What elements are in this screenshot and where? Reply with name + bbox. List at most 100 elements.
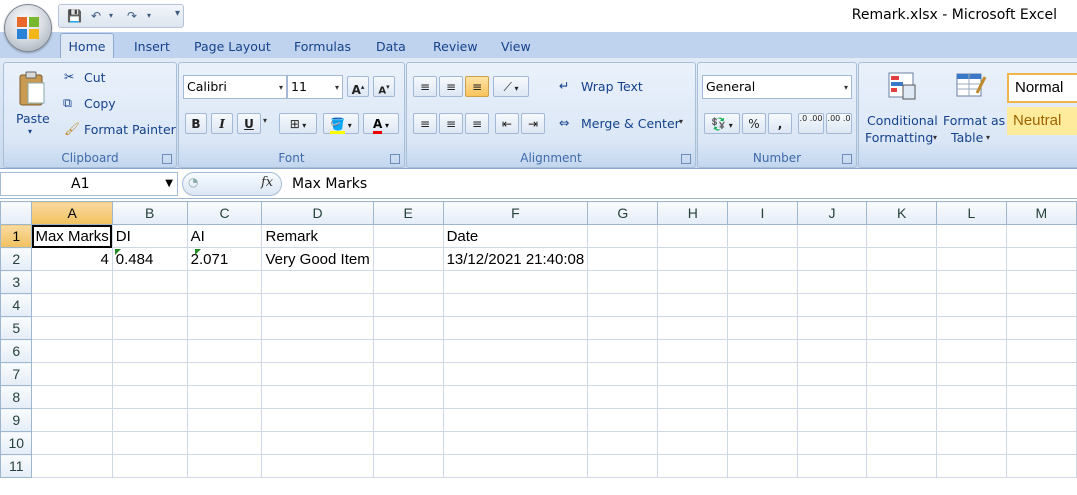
format-as-table-line1[interactable]: Format as [943, 113, 1005, 128]
tab-data[interactable]: Data [376, 38, 406, 58]
cell[interactable] [727, 385, 798, 409]
cell[interactable] [111, 316, 188, 340]
cell[interactable] [31, 385, 113, 409]
format-as-table-dropdown-icon[interactable]: ▾ [986, 133, 990, 142]
grow-font-button[interactable]: A▴ [347, 76, 369, 97]
cell[interactable] [936, 362, 1007, 386]
cell[interactable] [31, 270, 113, 294]
cell[interactable] [111, 454, 188, 478]
borders-button[interactable]: ⊞ ▾ [279, 113, 317, 134]
cell-M2[interactable] [1005, 247, 1077, 271]
cell[interactable] [186, 454, 263, 478]
cell-B1[interactable]: DI [111, 224, 188, 248]
cell[interactable] [866, 454, 938, 478]
cell[interactable] [727, 316, 798, 340]
cell[interactable] [796, 293, 868, 317]
cell[interactable] [1005, 385, 1077, 409]
cell[interactable] [936, 316, 1007, 340]
name-box-dropdown-icon[interactable]: ▼ [165, 173, 173, 195]
undo-icon[interactable]: ↶ [91, 8, 101, 24]
formula-resize-icon[interactable]: ◔ [188, 175, 198, 189]
cell[interactable] [186, 316, 263, 340]
cell[interactable] [31, 362, 113, 386]
cell[interactable] [111, 339, 188, 363]
cell-H2[interactable] [657, 247, 729, 271]
cell[interactable] [866, 316, 938, 340]
cell[interactable] [442, 385, 589, 409]
tab-page-layout[interactable]: Page Layout [194, 38, 271, 58]
cell[interactable] [1005, 454, 1077, 478]
cell[interactable] [657, 454, 729, 478]
row-header[interactable]: 4 [0, 293, 33, 317]
column-header[interactable]: L [936, 201, 1007, 225]
cell[interactable] [727, 293, 798, 317]
wrap-text-icon[interactable]: ↵ [559, 78, 569, 93]
cell[interactable] [657, 270, 729, 294]
underline-dropdown-icon[interactable]: ▾ [263, 116, 267, 125]
column-header[interactable]: K [866, 201, 938, 225]
column-header[interactable]: G [587, 201, 659, 225]
cell[interactable] [111, 431, 188, 455]
cell-L2[interactable] [936, 247, 1007, 271]
redo-icon[interactable]: ↷ [127, 8, 137, 24]
cell[interactable] [372, 408, 444, 432]
cell[interactable] [936, 385, 1007, 409]
cell[interactable] [936, 454, 1007, 478]
cell[interactable] [261, 408, 374, 432]
cell[interactable] [261, 316, 374, 340]
cut-icon[interactable]: ✂ [64, 69, 74, 84]
cell[interactable] [261, 454, 374, 478]
cell[interactable] [186, 431, 263, 455]
format-painter-icon[interactable]: 🖌 [64, 121, 80, 137]
cell[interactable] [1005, 339, 1077, 363]
cell[interactable] [111, 270, 188, 294]
font-launcher-icon[interactable]: . [390, 154, 400, 164]
cell[interactable] [866, 270, 938, 294]
conditional-formatting-dropdown-icon[interactable]: ▾ [933, 133, 937, 142]
shrink-font-button[interactable]: A▾ [373, 76, 395, 97]
cell[interactable] [372, 293, 444, 317]
cell[interactable] [587, 431, 659, 455]
select-all-corner[interactable] [0, 201, 33, 225]
merge-dropdown-icon[interactable]: ▾ [679, 117, 683, 126]
cell-A2[interactable]: 4 [31, 247, 113, 271]
cell[interactable] [866, 339, 938, 363]
cell[interactable] [727, 362, 798, 386]
cell[interactable] [1005, 362, 1077, 386]
cell[interactable] [442, 408, 589, 432]
insert-function-icon[interactable]: fx [261, 175, 273, 190]
cell[interactable] [1005, 293, 1077, 317]
cell[interactable] [657, 316, 729, 340]
format-painter-button[interactable]: Format Painter [84, 122, 176, 137]
cell[interactable] [372, 270, 444, 294]
name-box[interactable]: A1 ▼ [0, 172, 178, 196]
cell[interactable] [111, 362, 188, 386]
increase-indent-icon[interactable]: ⇥ [521, 113, 545, 134]
redo-dropdown-icon[interactable]: ▾ [147, 8, 151, 24]
column-header[interactable]: E [372, 201, 444, 225]
cell[interactable] [31, 293, 113, 317]
cell[interactable] [31, 339, 113, 363]
orientation-button[interactable]: ⟋ ▾ [493, 76, 529, 97]
cell[interactable] [261, 385, 374, 409]
column-header[interactable]: A [31, 201, 113, 225]
cell[interactable] [866, 362, 938, 386]
italic-button[interactable]: I [211, 113, 233, 134]
cell[interactable] [657, 339, 729, 363]
cell-B2[interactable]: 0.484 [111, 247, 188, 271]
cell[interactable] [442, 339, 589, 363]
cell[interactable] [936, 293, 1007, 317]
increase-decimal-button[interactable]: .0 .00 [798, 113, 824, 134]
cell[interactable] [587, 339, 659, 363]
tab-view[interactable]: View [501, 38, 531, 58]
number-format-select[interactable]: General ▾ [702, 75, 852, 99]
cell-E2[interactable] [372, 247, 444, 271]
cell[interactable] [866, 293, 938, 317]
align-middle-icon[interactable]: ≡ [439, 76, 463, 97]
row-header[interactable]: 3 [0, 270, 33, 294]
cell[interactable] [186, 339, 263, 363]
cell[interactable] [111, 293, 188, 317]
row-header[interactable]: 10 [0, 431, 33, 455]
customize-qat-icon[interactable]: ▾ [175, 8, 180, 19]
format-as-table-line2[interactable]: Table [951, 130, 983, 145]
